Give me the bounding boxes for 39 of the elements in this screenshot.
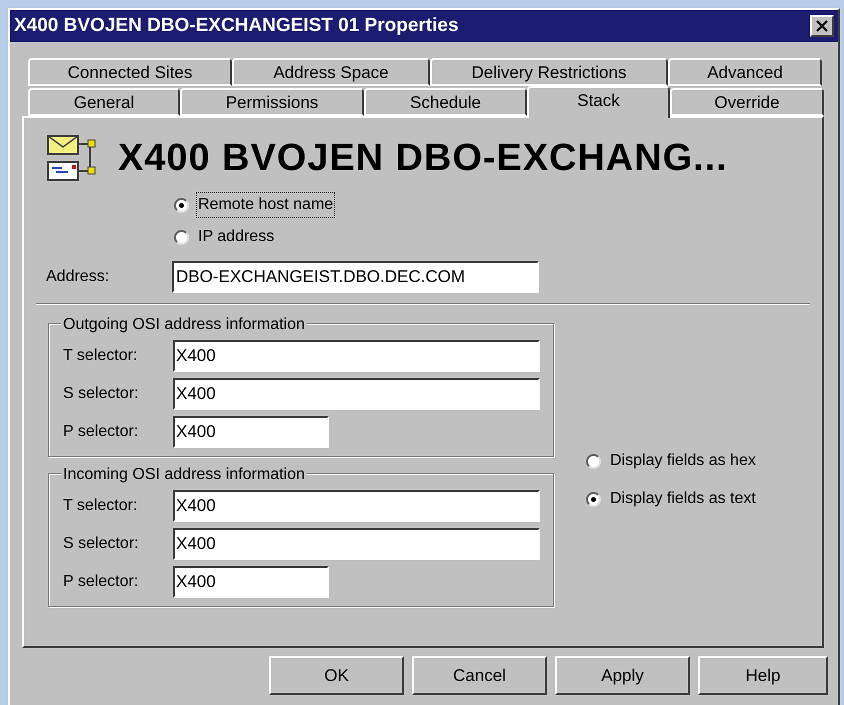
tab[interactable]: Connected Sites (28, 58, 232, 86)
selector-field[interactable]: X400 (173, 340, 540, 372)
selector-field[interactable]: X400 (173, 378, 540, 410)
radio-button[interactable] (586, 492, 601, 506)
selector-field[interactable]: X400 (173, 416, 329, 448)
selector-field[interactable]: X400 (173, 528, 540, 560)
field-label: S selector: (63, 384, 140, 404)
tab[interactable]: Override (670, 88, 824, 116)
field-label: T selector: (63, 496, 138, 516)
address-field[interactable]: DBO-EXCHANGEIST.DBO.DEC.COM (172, 261, 539, 293)
tab[interactable]: Address Space (232, 58, 430, 86)
dialog-button[interactable]: Help (698, 656, 828, 695)
field-label: P selector: (63, 572, 140, 592)
close-button[interactable] (810, 15, 834, 37)
close-icon (816, 20, 828, 32)
window-title: X400 BVOJEN DBO-EXCHANGEIST 01 Properties (14, 14, 459, 38)
radio-button[interactable] (586, 454, 601, 468)
radio-button[interactable] (174, 198, 189, 212)
tab[interactable]: Advanced (668, 58, 822, 86)
radio-label: IP address (197, 227, 276, 247)
tab[interactable]: Stack (527, 86, 670, 118)
dialog-button[interactable]: Cancel (412, 656, 547, 695)
radio-label: Remote host name (197, 193, 334, 217)
field-label: Address: (46, 267, 110, 287)
selector-field[interactable]: X400 (173, 566, 329, 598)
tab[interactable]: Delivery Restrictions (430, 58, 668, 86)
dialog-button[interactable]: Apply (555, 656, 690, 695)
heading: X400 BVOJEN DBO-EXCHANG... (118, 136, 728, 181)
radio-button[interactable] (174, 230, 189, 244)
radio-label: Display fields as hex (609, 451, 757, 471)
radio-label: Display fields as text (609, 489, 757, 509)
dialog-button[interactable]: OK (269, 656, 404, 695)
field-label: S selector: (63, 534, 140, 554)
tab[interactable]: Schedule (364, 88, 527, 116)
field-label: P selector: (63, 422, 140, 442)
field-label: T selector: (63, 346, 138, 366)
tab[interactable]: General (28, 88, 180, 116)
tab[interactable]: Permissions (180, 88, 364, 116)
selector-field[interactable]: X400 (173, 490, 540, 522)
